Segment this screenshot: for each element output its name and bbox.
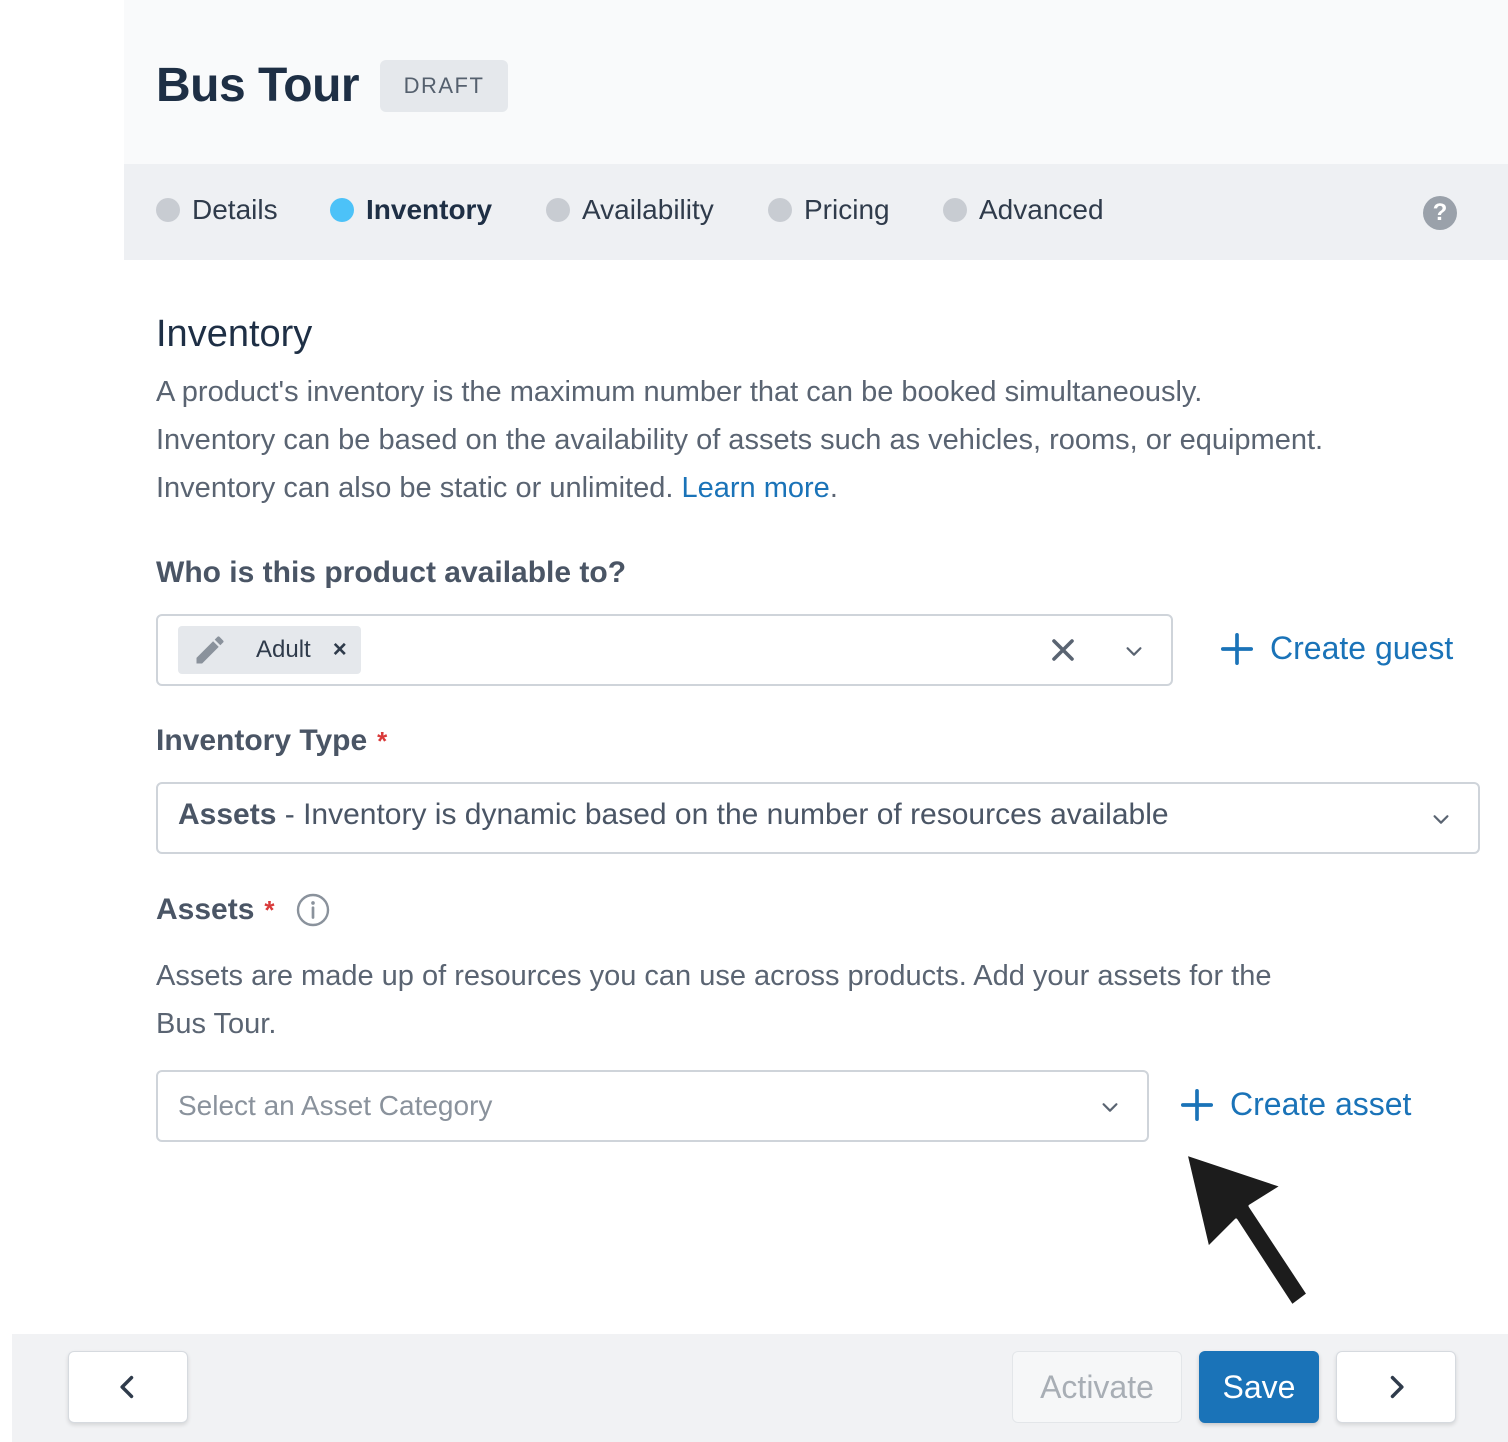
required-mark: * [264, 894, 275, 925]
create-guest-label: Create guest [1270, 630, 1454, 666]
tab-availability-label: Availability [582, 194, 714, 225]
plus-icon [1220, 632, 1254, 665]
plus-icon [1180, 1088, 1214, 1121]
back-button[interactable] [68, 1351, 188, 1423]
inventory-type-value: Assets - Inventory is dynamic based on t… [178, 798, 1169, 832]
guest-type-select[interactable]: Adult × [156, 614, 1173, 686]
asset-category-select[interactable]: Select an Asset Category [156, 1070, 1149, 1142]
description-line: Inventory can also be static or unlimite… [156, 472, 674, 504]
availability-label: Who is this product available to? [156, 556, 626, 590]
chevron-down-icon[interactable] [1430, 808, 1452, 830]
info-icon[interactable] [295, 892, 331, 928]
inventory-type-value-rest: - Inventory is dynamic based on the numb… [276, 798, 1169, 831]
help-icon[interactable]: ? [1423, 196, 1457, 230]
asset-category-placeholder: Select an Asset Category [178, 1090, 493, 1121]
step-dot-icon [768, 198, 792, 222]
chevron-down-icon[interactable] [1123, 640, 1145, 662]
inventory-type-value-bold: Assets [178, 798, 277, 831]
step-dot-icon [546, 198, 570, 222]
assets-label-text: Assets [156, 893, 255, 926]
next-button[interactable] [1336, 1351, 1456, 1423]
description-period: . [829, 472, 838, 504]
tab-details-label: Details [192, 194, 278, 225]
inventory-type-label: Inventory Type * [156, 724, 387, 758]
footer-bar: Activate Save [12, 1334, 1508, 1442]
inventory-type-label-text: Inventory Type [156, 724, 368, 757]
page-header: Bus Tour DRAFT [124, 0, 1508, 164]
guest-chip-adult: Adult × [178, 626, 361, 674]
required-mark: * [377, 725, 388, 756]
step-dot-icon [330, 198, 354, 222]
activate-button[interactable]: Activate [1012, 1351, 1182, 1423]
tab-availability[interactable]: Availability [546, 194, 714, 226]
chevron-left-icon [120, 1375, 134, 1399]
create-asset-button[interactable]: Create asset [1180, 1086, 1411, 1123]
inventory-type-select[interactable]: Assets - Inventory is dynamic based on t… [156, 782, 1480, 854]
tab-pricing[interactable]: Pricing [768, 194, 890, 226]
create-asset-label: Create asset [1230, 1086, 1412, 1122]
chevron-down-icon[interactable] [1099, 1096, 1121, 1118]
assets-description: Assets are made up of resources you can … [156, 952, 1496, 1048]
pointer-arrow-icon [1184, 1152, 1310, 1308]
step-dot-icon [156, 198, 180, 222]
section-title: Inventory [156, 313, 313, 355]
step-dot-icon [943, 198, 967, 222]
page-title: Bus Tour [156, 59, 360, 112]
description-line: Inventory can be based on the availabili… [156, 424, 1324, 456]
availability-label-text: Who is this product available to? [156, 556, 627, 589]
description-line: A product's inventory is the maximum num… [156, 376, 1203, 408]
chevron-right-icon [1390, 1375, 1404, 1399]
section-description: A product's inventory is the maximum num… [156, 368, 1496, 512]
status-badge: DRAFT [380, 60, 508, 112]
tab-advanced[interactable]: Advanced [943, 194, 1104, 226]
learn-more-link[interactable]: Learn more [682, 472, 830, 504]
tab-advanced-label: Advanced [979, 194, 1104, 225]
description-line: Assets are made up of resources you can … [156, 960, 1272, 992]
clear-icon[interactable] [1045, 632, 1081, 668]
step-nav: Details Inventory Availability Pricing A… [124, 164, 1508, 260]
description-line: Bus Tour. [156, 1008, 277, 1040]
create-guest-button[interactable]: Create guest [1220, 630, 1453, 667]
assets-label: Assets * [156, 892, 331, 928]
pencil-icon [196, 636, 224, 664]
save-button[interactable]: Save [1199, 1351, 1319, 1423]
tab-inventory[interactable]: Inventory [330, 194, 492, 226]
tab-details[interactable]: Details [156, 194, 278, 226]
chip-remove-icon[interactable]: × [333, 636, 347, 664]
tab-pricing-label: Pricing [804, 194, 890, 225]
tab-inventory-label: Inventory [366, 194, 493, 225]
guest-chip-label: Adult [256, 636, 311, 663]
